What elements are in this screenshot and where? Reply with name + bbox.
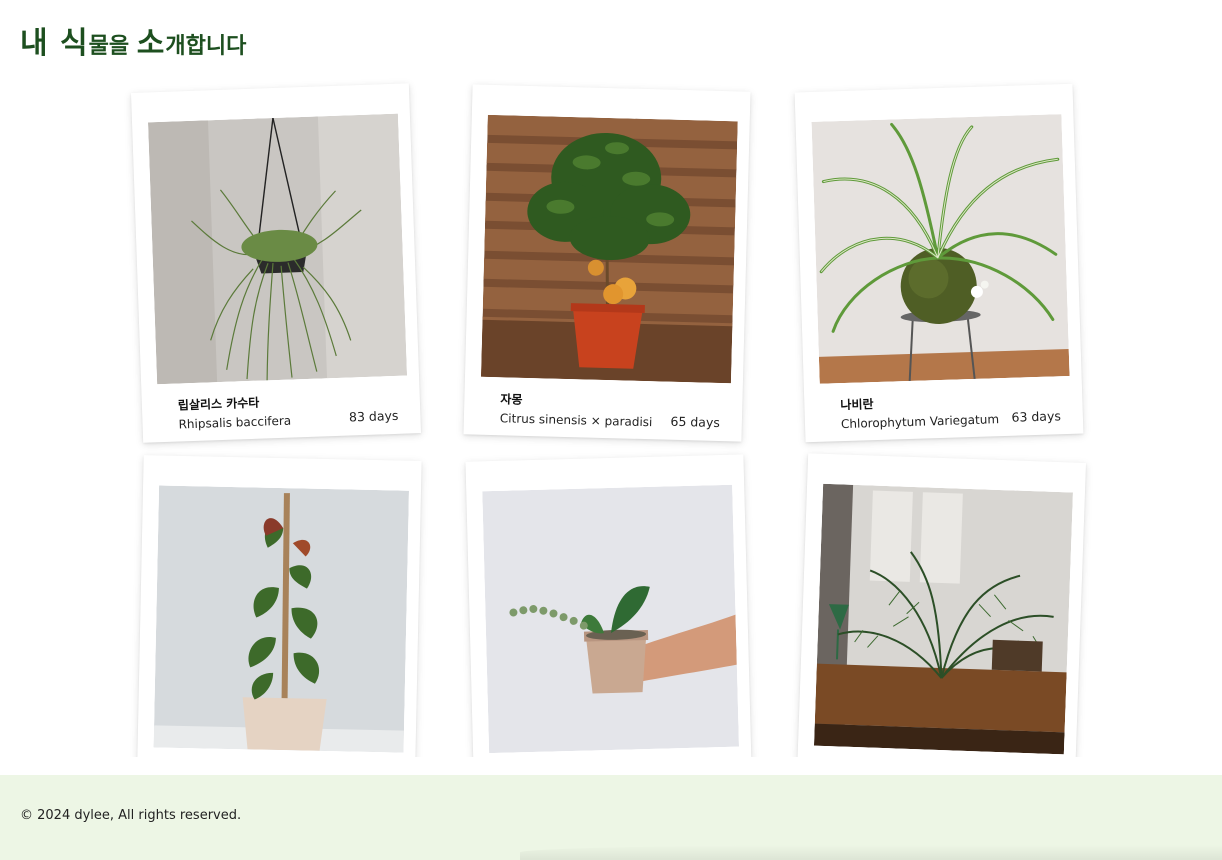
plant-caption: 립살리스 카수타 Rhipsalis baccifera 83 days — [178, 390, 399, 434]
plant-days: 63 days — [1011, 408, 1062, 425]
plant-days: 65 days — [670, 413, 721, 431]
plant-photo — [480, 114, 738, 384]
plant-photo — [153, 485, 410, 753]
plant-photo — [813, 483, 1073, 755]
plant-caption: 나비란 Chlorophytum Variegatum 63 days — [840, 390, 1061, 433]
plant-photo — [482, 484, 740, 754]
plant-card[interactable] — [795, 453, 1087, 757]
plant-gallery: 립살리스 카수타 Rhipsalis baccifera 83 days 자몽 … — [0, 0, 1222, 757]
plant-card[interactable] — [465, 454, 753, 757]
plant-card[interactable]: 립살리스 카수타 Rhipsalis baccifera 83 days — [130, 83, 422, 443]
plant-caption: 자몽 Citrus sinensis × paradisi 65 days — [500, 391, 721, 433]
footer: © 2024 dylee, All rights reserved. — [0, 775, 1222, 860]
footer-shadow — [520, 845, 1222, 860]
plant-days: 83 days — [348, 407, 399, 425]
footer-copyright: © 2024 dylee, All rights reserved. — [20, 808, 242, 823]
plant-photo — [811, 114, 1070, 384]
plant-card[interactable] — [136, 455, 422, 757]
plant-card[interactable]: 자몽 Citrus sinensis × paradisi 65 days — [463, 84, 751, 442]
plant-card[interactable]: 나비란 Chlorophytum Variegatum 63 days — [794, 83, 1084, 443]
plant-photo — [148, 113, 408, 385]
